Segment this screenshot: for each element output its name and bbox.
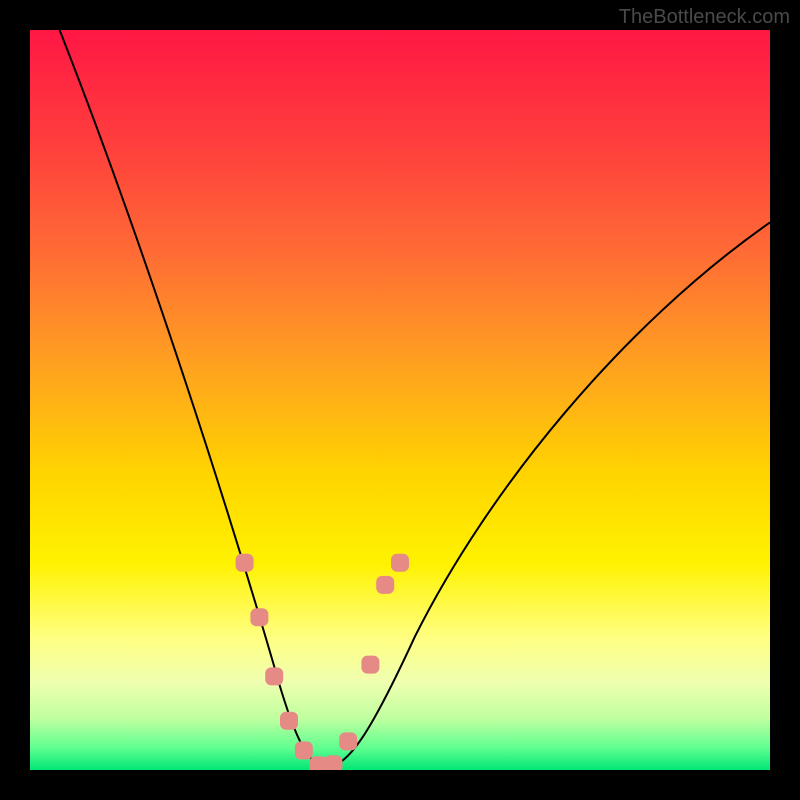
data-markers [30,30,770,770]
data-marker [324,755,342,770]
data-marker [339,732,357,750]
data-marker [280,712,298,730]
chart-container [30,30,770,770]
data-marker [391,554,409,572]
data-marker [265,667,283,685]
data-marker [236,554,254,572]
watermark-text: TheBottleneck.com [619,6,790,29]
data-marker [361,656,379,674]
data-marker [250,608,268,626]
data-marker [295,741,313,759]
data-marker [376,576,394,594]
